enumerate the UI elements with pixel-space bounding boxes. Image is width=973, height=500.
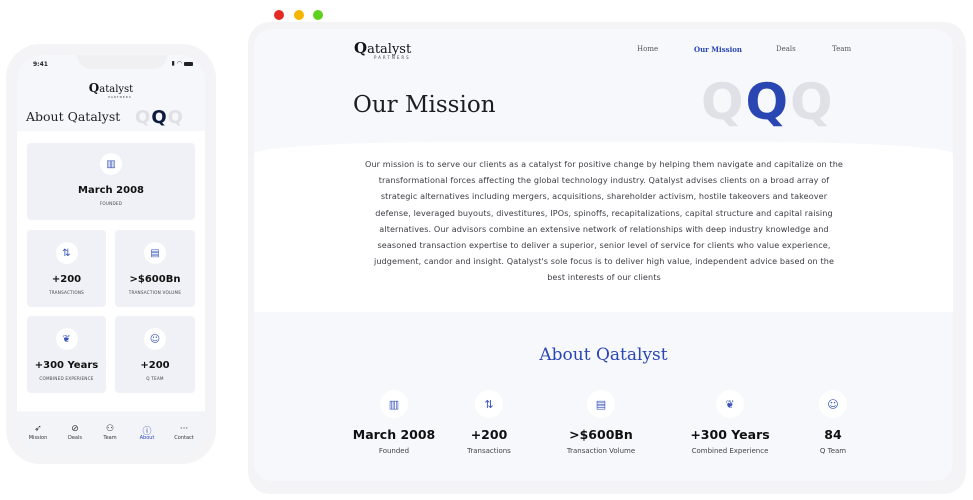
page-title: Our Mission	[353, 92, 496, 118]
tab-label: About	[139, 435, 155, 441]
phone-stats: ▥ March 2008 FOUNDED ⇅ +200 TRANSACTIONS…	[17, 131, 205, 411]
stat-label: Transaction Volume	[566, 447, 636, 455]
tab-deals[interactable]: ⊘ Deals	[60, 424, 90, 441]
money-hand-icon: ▤	[587, 390, 615, 418]
tab-team[interactable]: ⚇ Team	[95, 424, 125, 441]
stat-volume: ▤ >$600Bn Transaction Volume	[541, 390, 661, 455]
status-time: 9:41	[33, 61, 48, 68]
stat-value: >$600Bn	[569, 427, 633, 442]
nav-deals[interactable]: Deals	[776, 45, 796, 53]
tab-label: Contact	[174, 435, 194, 441]
exchange-icon: ⇅	[475, 390, 503, 418]
minimize-window-button[interactable]	[294, 10, 304, 20]
tab-label: Team	[103, 435, 117, 441]
team-icon: ☺	[144, 328, 166, 350]
q-mark-right: Q	[790, 73, 833, 131]
stat-experience: ❦ +300 Years Combined Experience	[670, 390, 790, 455]
q-mark-right: Q	[167, 107, 183, 128]
battery-icon	[184, 61, 193, 66]
qqq-decoration: Q Q Q	[701, 77, 833, 127]
stat-label: Q Team	[819, 447, 847, 455]
tag-icon: ⊘	[71, 424, 79, 434]
building-icon: ▥	[100, 153, 122, 175]
mission-section: Our mission is to serve our clients as a…	[254, 142, 953, 312]
q-mark-center: Q	[745, 73, 789, 131]
mission-text: Our mission is to serve our clients as a…	[364, 159, 844, 283]
stat-label: TRANSACTIONS	[48, 290, 85, 295]
stat-value: +200	[51, 274, 82, 285]
laurel-icon: ❦	[55, 328, 78, 350]
stat-label: COMBINED EXPERIENCE	[39, 376, 94, 381]
status-icons: ▮ ◠	[171, 60, 193, 67]
exchange-icon: ⇅	[55, 242, 78, 264]
about-heading: About Qatalyst	[539, 345, 668, 365]
phone-logo[interactable]: Qatalyst PARTNERS	[17, 77, 205, 99]
stat-label: Q TEAM	[146, 376, 164, 381]
logo-subtitle: PARTNERS	[108, 95, 132, 99]
stat-label: FOUNDED	[99, 201, 123, 206]
tab-label: Mission	[28, 435, 48, 441]
page-title: About Qatalyst	[26, 109, 121, 124]
wifi-icon: ◠	[176, 60, 182, 67]
stat-label: Transactions	[467, 447, 511, 455]
stat-value: March 2008	[78, 185, 144, 196]
stat-label: TRANSACTION VOLUME	[128, 290, 182, 295]
site-logo[interactable]: Qatalyst PARTNERS	[354, 38, 411, 60]
stat-value: +200	[140, 360, 170, 371]
signal-icon: ▮	[171, 60, 175, 67]
stat-value: 84	[824, 427, 842, 442]
stat-team: ☺ 84 Q Team	[773, 390, 893, 455]
nav-home[interactable]: Home	[637, 45, 658, 53]
building-icon: ▥	[380, 390, 408, 418]
phone-notch	[77, 55, 167, 69]
stat-card-experience: ❦ +300 Years COMBINED EXPERIENCE	[27, 316, 106, 393]
tab-about[interactable]: ⓘ About	[132, 424, 162, 441]
tab-contact[interactable]: ··· Contact	[169, 424, 199, 441]
laurel-icon: ❦	[716, 390, 744, 418]
money-hand-icon: ▤	[144, 242, 166, 264]
logo-word: atalyst	[99, 84, 134, 95]
stat-label: Combined Experience	[691, 447, 769, 455]
team-icon: ☺	[819, 390, 847, 418]
tab-mission[interactable]: ➶ Mission	[23, 424, 53, 441]
logo-subtitle: PARTNERS	[374, 55, 411, 60]
logo-q: Q	[354, 39, 368, 57]
nav-our-mission[interactable]: Our Mission	[694, 45, 742, 54]
stat-value: +300 Years	[34, 360, 99, 371]
info-icon: ⓘ	[142, 427, 152, 437]
rocket-icon: ➶	[34, 424, 42, 434]
stat-card-transactions: ⇅ +200 TRANSACTIONS	[27, 230, 106, 307]
nav-team[interactable]: Team	[832, 45, 851, 53]
maximize-window-button[interactable]	[313, 10, 323, 20]
browser-viewport: Qatalyst PARTNERS Home Our Mission Deals…	[254, 29, 953, 481]
close-window-button[interactable]	[274, 10, 284, 20]
q-mark-center: Q	[151, 107, 167, 128]
stat-value: +200	[470, 427, 508, 442]
stat-card-team: ☺ +200 Q TEAM	[115, 316, 195, 393]
qqq-decoration: Q Q Q	[135, 107, 183, 128]
bottom-tab-bar: ➶ Mission ⊘ Deals ⚇ Team ⓘ About ··· Con…	[17, 412, 205, 455]
logo-q: Q	[88, 81, 100, 95]
stat-card-founded: ▥ March 2008 FOUNDED	[27, 143, 195, 220]
q-mark-left: Q	[701, 73, 744, 131]
more-icon: ···	[179, 424, 189, 434]
stat-transactions: ⇅ +200 Transactions	[429, 390, 549, 455]
tab-label: Deals	[68, 435, 82, 441]
stat-value: >$600Bn	[129, 274, 181, 285]
phone-screen: 9:41 ▮ ◠ Qatalyst PARTNERS About Qatalys…	[17, 55, 205, 455]
users-icon: ⚇	[105, 424, 115, 434]
stat-value: +300 Years	[690, 427, 770, 442]
stat-card-volume: ▤ >$600Bn TRANSACTION VOLUME	[115, 230, 195, 307]
q-mark-left: Q	[135, 107, 151, 128]
